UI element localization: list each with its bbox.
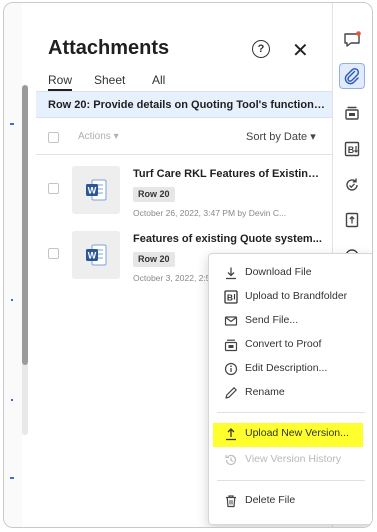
attachment-checkbox[interactable] (48, 248, 59, 259)
trash-icon (223, 493, 239, 509)
row-context-text: Row 20: Provide details on Quoting Tool'… (48, 99, 330, 111)
panel-title: Attachments (48, 37, 170, 59)
word-doc-icon: W (72, 231, 120, 279)
tab-all[interactable]: All (152, 73, 165, 87)
menu-item-label: Upload New Version... (245, 427, 349, 439)
attachment-icon[interactable] (339, 63, 365, 89)
select-all-checkbox[interactable] (48, 132, 59, 143)
help-icon[interactable]: ? (252, 40, 270, 58)
sheet-marker (11, 299, 13, 301)
brandfolder-icon[interactable]: B (339, 136, 365, 162)
svg-text:W: W (88, 186, 97, 196)
menu-item-label: View Version History (245, 453, 342, 465)
upload-icon (223, 426, 239, 442)
tab-sheet[interactable]: Sheet (94, 73, 125, 87)
attachment-context-menu: Download File B Upload to Brandfolder Se… (208, 253, 372, 525)
pencil-icon (223, 385, 239, 401)
sheet-marker (10, 477, 14, 479)
mail-icon (223, 313, 239, 329)
attachment-checkbox[interactable] (48, 183, 59, 194)
row-badge: Row 20 (133, 252, 175, 267)
publish-icon[interactable] (339, 207, 365, 233)
menu-item-send-file[interactable]: Send File... (209, 310, 372, 332)
tab-row[interactable]: Row (48, 73, 73, 91)
history-icon (223, 452, 239, 468)
close-icon[interactable]: ✕ (292, 38, 309, 63)
menu-item-delete-file[interactable]: Delete File (209, 490, 372, 512)
proof-icon (223, 337, 239, 353)
menu-item-label: Delete File (245, 494, 296, 506)
menu-item-label: Edit Description... (245, 362, 328, 374)
attachments-window: Attachments ? ✕ Row Sheet All Row 20: Pr… (3, 2, 373, 528)
download-icon (223, 265, 239, 281)
svg-text:B: B (227, 293, 233, 303)
row-badge: Row 20 (133, 187, 175, 202)
sort-dropdown[interactable]: Sort by Date ▾ (246, 130, 316, 143)
svg-text:W: W (88, 251, 97, 261)
attachments-toolbar: Actions ▾ Sort by Date ▾ (36, 121, 332, 155)
proof-stack-icon[interactable] (339, 100, 365, 126)
menu-item-edit-description[interactable]: Edit Description... (209, 358, 372, 380)
menu-item-label: Upload to Brandfolder (245, 290, 348, 302)
info-icon (223, 361, 239, 377)
attachment-name[interactable]: Turf Care RKL Features of Existing ... (133, 168, 323, 180)
menu-item-label: Convert to Proof (245, 338, 322, 350)
attachment-row[interactable]: W Turf Care RKL Features of Existing ...… (36, 160, 332, 232)
row-context-banner: Row 20: Provide details on Quoting Tool'… (36, 91, 332, 118)
menu-item-rename[interactable]: Rename (209, 382, 372, 404)
sheet-marker (10, 123, 14, 125)
scrollbar-thumb[interactable] (22, 85, 28, 365)
menu-item-download-file[interactable]: Download File (209, 262, 372, 284)
actions-dropdown[interactable]: Actions ▾ (78, 131, 119, 142)
attachment-meta: October 26, 2022, 3:47 PM by Devin C... (133, 208, 287, 218)
svg-text:B: B (348, 145, 355, 155)
menu-item-label: Send File... (245, 314, 299, 326)
comment-icon[interactable] (339, 27, 365, 53)
sheet-marker (11, 399, 13, 401)
attachment-name[interactable]: Features of existing Quote system... (133, 233, 323, 245)
menu-item-view-version-history: View Version History (209, 449, 372, 471)
word-doc-icon: W (72, 166, 120, 214)
menu-divider (217, 412, 365, 413)
menu-item-convert-to-proof[interactable]: Convert to Proof (209, 334, 372, 356)
menu-item-upload-to-brandfolder[interactable]: B Upload to Brandfolder (209, 286, 372, 308)
update-request-icon[interactable] (339, 172, 365, 198)
sheet-edge (4, 3, 22, 527)
menu-item-upload-new-version[interactable]: Upload New Version... (213, 423, 363, 447)
menu-item-label: Rename (245, 386, 285, 398)
menu-item-label: Download File (245, 266, 312, 278)
menu-divider (217, 480, 365, 481)
brandfolder-icon: B (223, 289, 239, 305)
